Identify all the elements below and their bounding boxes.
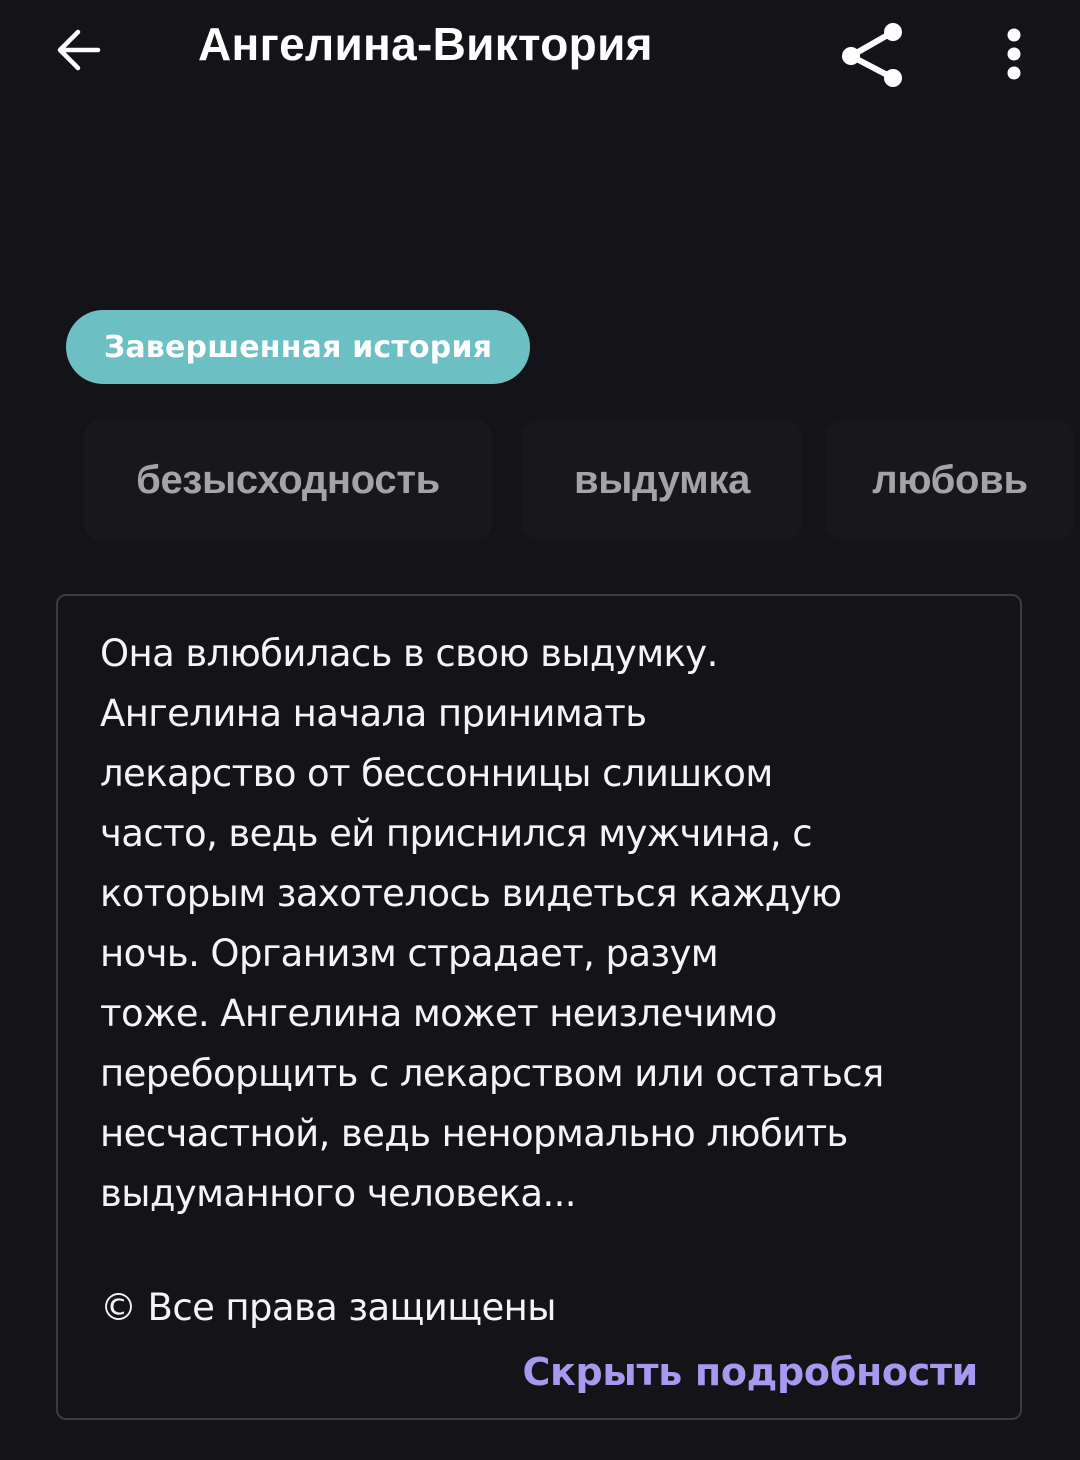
description-text: Она влюбилась в свою выдумку. Ангелина н… xyxy=(100,632,884,1215)
story-cover-area xyxy=(100,132,980,260)
more-vertical-icon xyxy=(1007,28,1021,80)
tag-chip[interactable]: любовь xyxy=(826,420,1074,540)
share-icon xyxy=(842,23,902,87)
tag-chip[interactable]: выдумка xyxy=(522,420,802,540)
page-title: Ангелина-Виктория xyxy=(198,18,653,70)
description-panel: Она влюбилась в свою выдумку. Ангелина н… xyxy=(56,594,1022,1420)
hide-details-link[interactable]: Скрыть подробности xyxy=(522,1342,978,1402)
copyright-notice: © Все права защищены xyxy=(100,1286,556,1329)
tag-list: безысходность выдумка любовь xyxy=(0,420,1080,540)
arrow-left-icon xyxy=(57,29,101,71)
top-app-bar: Ангелина-Виктория xyxy=(0,0,1080,100)
back-button[interactable] xyxy=(48,20,108,80)
tag-chip[interactable]: безысходность xyxy=(84,420,492,540)
status-badge: Завершенная история xyxy=(66,310,530,384)
more-options-button[interactable] xyxy=(990,24,1038,84)
share-button[interactable] xyxy=(832,16,910,92)
